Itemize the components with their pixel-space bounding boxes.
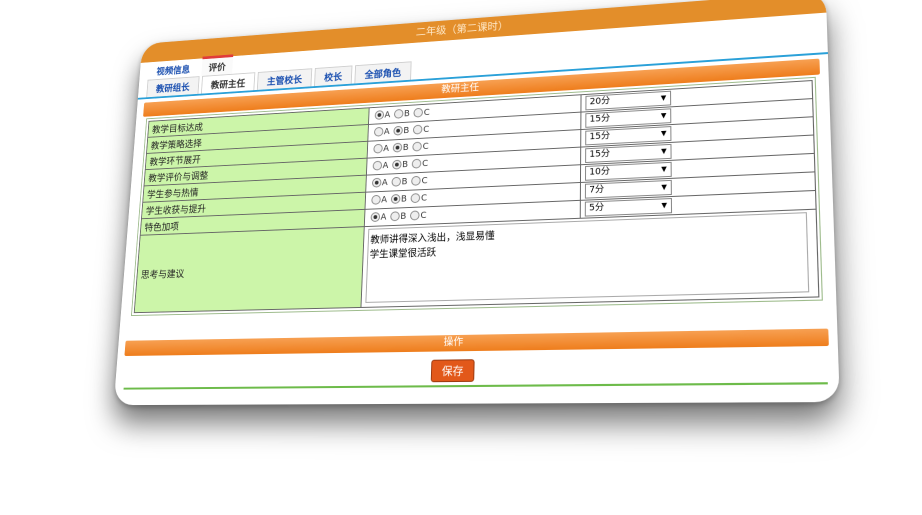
grade-radio-a[interactable] — [370, 212, 380, 222]
chevron-down-icon: ▼ — [661, 181, 667, 194]
tab-evaluation[interactable]: 评价 — [201, 54, 233, 76]
grade-radio-b[interactable] — [394, 109, 404, 119]
grade-radio-c[interactable] — [410, 210, 420, 220]
grade-radio-b[interactable] — [393, 126, 403, 136]
grade-radio-label: C — [423, 142, 429, 152]
tab-vice-principal[interactable]: 主管校长 — [257, 68, 312, 90]
grade-radio-c[interactable] — [412, 142, 422, 152]
grade-radio-label: A — [381, 196, 387, 206]
score-value: 15分 — [590, 131, 611, 142]
grade-radio-label: B — [400, 212, 406, 222]
score-value: 15分 — [589, 149, 610, 160]
grade-radio-c[interactable] — [411, 176, 421, 186]
tab-research-director[interactable]: 教研主任 — [201, 72, 255, 93]
chevron-down-icon: ▼ — [661, 145, 667, 158]
grade-radio-label: A — [380, 213, 386, 223]
grade-radio-b[interactable] — [390, 211, 400, 221]
grade-radio-label: C — [424, 108, 430, 118]
score-select[interactable]: 5分 ▼ — [585, 198, 672, 217]
grade-radio-label: B — [401, 177, 407, 187]
grade-radio-label: C — [423, 125, 429, 135]
score-value: 15分 — [590, 114, 610, 125]
grade-radio-label: A — [383, 144, 389, 154]
tab-group-leader[interactable]: 教研组长 — [146, 76, 199, 97]
grade-radio-label: B — [402, 160, 408, 170]
grade-radio-label: A — [382, 178, 388, 188]
score-select[interactable]: 7分 ▼ — [585, 180, 672, 199]
grade-radio-label: A — [384, 127, 390, 137]
suggestion-textarea[interactable] — [365, 212, 809, 303]
grade-radio-label: A — [384, 111, 390, 121]
grade-radio-label: C — [420, 211, 426, 221]
grade-radio-label: B — [401, 195, 407, 205]
grade-radio-c[interactable] — [410, 193, 420, 203]
grade-radio-label: A — [382, 161, 388, 171]
grade-radio-b[interactable] — [392, 160, 402, 170]
grade-radio-label: C — [421, 176, 427, 186]
score-value: 5分 — [589, 203, 604, 214]
grade-radio-label: C — [421, 194, 427, 204]
operation-header: 操作 — [124, 329, 828, 356]
suggestion-label: 思考与建议 — [134, 227, 364, 313]
chevron-down-icon: ▼ — [661, 127, 667, 140]
score-value: 20分 — [590, 96, 610, 107]
evaluation-form: 教学目标达成 A B C 20分 ▼ 教学策略选择 A B C 15分 ▼ 教学环节展开 A B C 15分 ▼ 教… — [131, 77, 823, 316]
grade-radio-b[interactable] — [391, 177, 401, 187]
grade-radio-a[interactable] — [372, 161, 382, 171]
grade-radio-a[interactable] — [373, 144, 383, 154]
grade-radio-b[interactable] — [392, 143, 402, 153]
grade-radio-label: B — [403, 143, 409, 153]
grade-radio-label: B — [403, 126, 409, 136]
grade-radio-a[interactable] — [372, 178, 382, 188]
grade-radio-c[interactable] — [413, 108, 423, 118]
grade-radio-label: C — [422, 159, 428, 169]
chevron-down-icon: ▼ — [661, 199, 667, 212]
grade-radio-b[interactable] — [391, 194, 401, 204]
grade-radio-a[interactable] — [374, 127, 384, 137]
grade-radio-a[interactable] — [374, 110, 384, 120]
score-value: 7分 — [589, 185, 604, 196]
evaluation-panel: 二年级（第二课时） 视频信息 评价 教研组长 教研主任 主管校长 校长 全部角色… — [114, 0, 840, 405]
evaluation-table: 教学目标达成 A B C 20分 ▼ 教学策略选择 A B C 15分 ▼ 教学环节展开 A B C 15分 ▼ 教… — [134, 80, 820, 313]
chevron-down-icon: ▼ — [661, 110, 667, 123]
chevron-down-icon: ▼ — [661, 92, 667, 105]
grade-radio-c[interactable] — [412, 159, 422, 169]
score-value: 10分 — [589, 167, 610, 178]
tab-principal[interactable]: 校长 — [314, 65, 352, 86]
grade-radio-c[interactable] — [413, 125, 423, 135]
suggestion-cell — [361, 209, 819, 307]
tab-all-roles[interactable]: 全部角色 — [354, 61, 411, 83]
grade-radio-label: B — [404, 109, 410, 119]
save-button[interactable]: 保存 — [431, 359, 475, 382]
chevron-down-icon: ▼ — [661, 163, 667, 176]
grade-radio-a[interactable] — [371, 195, 381, 205]
